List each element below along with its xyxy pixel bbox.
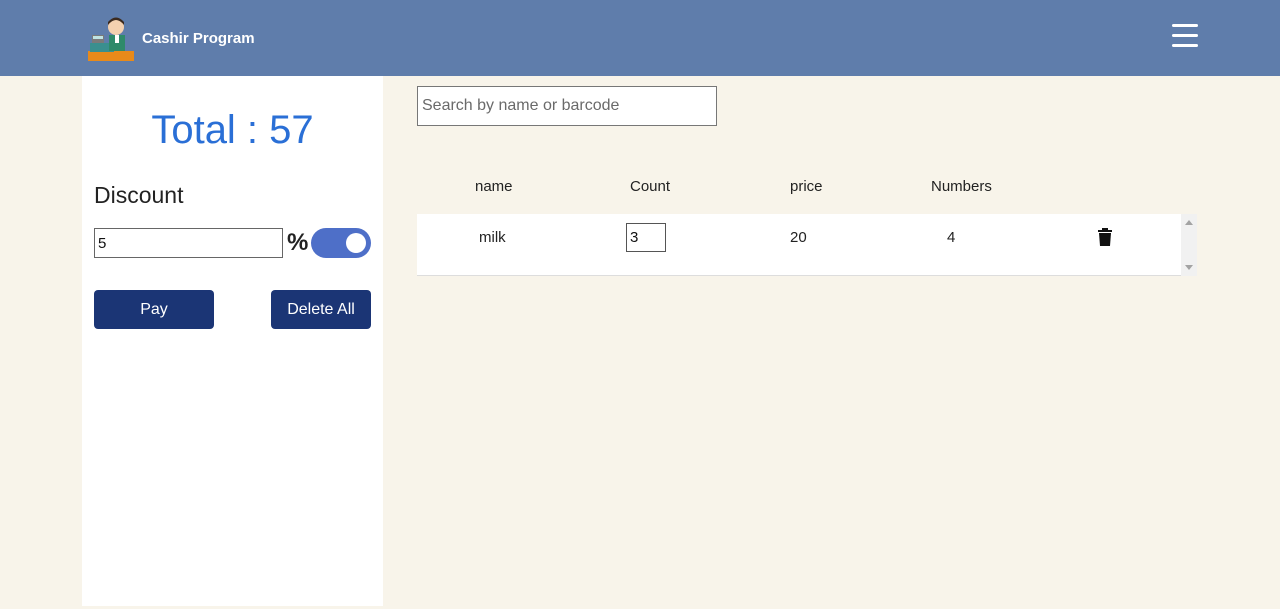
discount-input[interactable] <box>94 228 283 258</box>
item-count-input[interactable] <box>626 223 666 252</box>
column-header-numbers: Numbers <box>931 178 992 195</box>
item-numbers: 4 <box>947 229 956 246</box>
delete-all-button[interactable]: Delete All <box>271 290 371 329</box>
item-name: milk <box>479 229 506 246</box>
brand[interactable]: Cashir Program <box>86 12 255 64</box>
percent-symbol: % <box>287 229 309 256</box>
toggle-knob <box>346 233 366 253</box>
scroll-up-icon[interactable] <box>1185 220 1193 225</box>
checkout-sidebar: Total : 57 Discount % Pay Delete All <box>82 76 383 606</box>
hamburger-menu-icon[interactable] <box>1172 24 1200 48</box>
item-price: 20 <box>790 229 807 246</box>
pay-button[interactable]: Pay <box>94 290 214 329</box>
brand-name: Cashir Program <box>142 29 255 47</box>
search-input[interactable] <box>417 86 717 126</box>
column-header-count: Count <box>630 178 671 195</box>
total-display: Total : 57 <box>151 108 314 152</box>
table-scrollbar[interactable] <box>1181 214 1197 276</box>
discount-percent-toggle[interactable] <box>311 228 371 258</box>
menu-bar <box>1172 34 1198 37</box>
discount-label: Discount <box>94 182 184 208</box>
trash-icon[interactable] <box>1097 228 1113 246</box>
column-header-price: price <box>790 178 823 195</box>
column-header-name: name <box>475 178 513 195</box>
cart-table-body: milk 20 4 <box>417 214 1197 276</box>
menu-bar <box>1172 24 1198 27</box>
top-navbar: Cashir Program <box>0 0 1280 76</box>
scroll-down-icon[interactable] <box>1185 265 1193 270</box>
cashier-logo-icon <box>88 17 134 61</box>
menu-bar <box>1172 44 1198 47</box>
